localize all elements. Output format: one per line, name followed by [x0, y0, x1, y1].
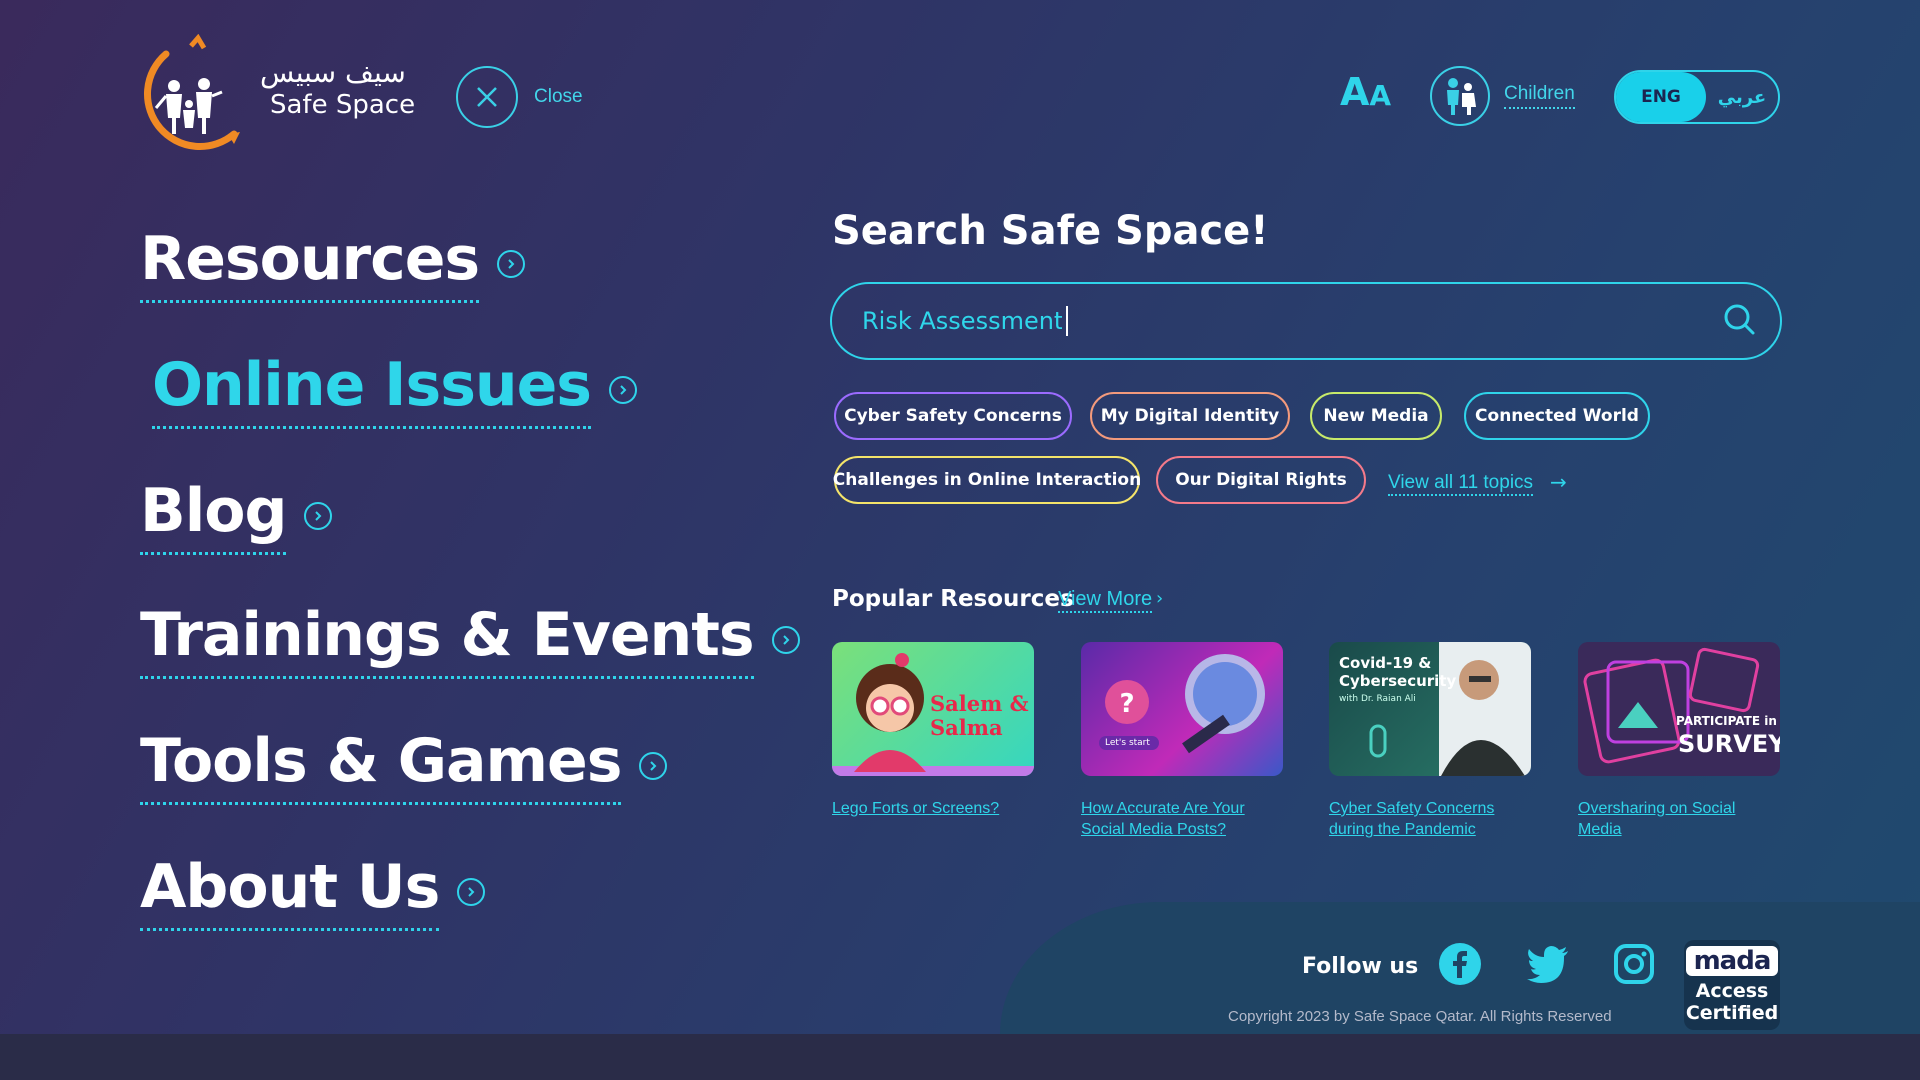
mada-text-access: Access	[1695, 980, 1769, 1002]
nav-label: Trainings & Events	[140, 600, 755, 679]
facebook-icon[interactable]	[1438, 942, 1482, 990]
nav-label: Resources	[140, 224, 480, 303]
chevron-right-icon	[457, 877, 486, 906]
children-mode-button[interactable]: Children	[1430, 66, 1575, 126]
thumb-caption: Covid-19 & Cybersecurity	[1339, 654, 1457, 690]
thumb-caption-survey: SURVEY	[1678, 730, 1780, 758]
svg-text:?: ?	[1119, 689, 1134, 719]
chevron-right-icon	[304, 501, 333, 530]
chip-label: Challenges in Online Interaction	[832, 470, 1142, 490]
font-size-big: A	[1340, 70, 1370, 114]
logo-family-icon	[144, 34, 240, 150]
close-label: Close	[534, 86, 583, 107]
nav-item-resources[interactable]: Resources	[140, 224, 526, 303]
lang-ar-option[interactable]: عربي	[1706, 87, 1778, 108]
children-label: Children	[1504, 83, 1575, 109]
safe-space-logo[interactable]: سيف سبيس Safe Space	[136, 34, 416, 164]
search-icon[interactable]	[1722, 302, 1758, 342]
topic-chip-digital-rights[interactable]: Our Digital Rights	[1156, 456, 1366, 504]
resource-title[interactable]: Oversharing on Social Media	[1578, 798, 1780, 840]
chip-label: New Media	[1323, 406, 1429, 426]
chip-label: Our Digital Rights	[1175, 470, 1347, 490]
copyright-text: Copyright 2023 by Safe Space Qatar. All …	[1228, 1008, 1612, 1025]
lang-eng-option[interactable]: ENG	[1616, 72, 1706, 122]
search-box[interactable]	[830, 282, 1782, 360]
mada-text-certified: Certified	[1685, 1002, 1779, 1024]
topic-chip-connected-world[interactable]: Connected World	[1464, 392, 1650, 440]
resource-thumbnail: ? Let's start	[1081, 642, 1283, 776]
twitter-icon[interactable]	[1526, 942, 1570, 990]
chip-label: Cyber Safety Concerns	[844, 406, 1062, 426]
resource-title[interactable]: Cyber Safety Concerns during the Pandemi…	[1329, 798, 1531, 840]
follow-us-label: Follow us	[1302, 954, 1419, 979]
chevron-right-icon: ›	[1156, 588, 1164, 609]
arrow-right-icon: →	[1550, 470, 1567, 494]
resource-card[interactable]: Salem & Salma Lego Forts or Screens?	[832, 642, 1034, 819]
resource-card[interactable]: Covid-19 & Cybersecurity with Dr. Raian …	[1329, 642, 1531, 840]
nav-label: Tools & Games	[140, 726, 622, 805]
view-all-topics-link[interactable]: View all 11 topics	[1388, 472, 1534, 496]
nav-item-online-issues[interactable]: Online Issues	[152, 350, 638, 429]
font-size-toggle[interactable]: AA	[1340, 70, 1391, 114]
view-more-link[interactable]: View More	[1058, 588, 1153, 613]
nav-label: Blog	[140, 476, 287, 555]
thumb-caption: PARTICIPATE in	[1676, 714, 1777, 728]
resource-title[interactable]: How Accurate Are Your Social Media Posts…	[1081, 798, 1283, 840]
font-size-small: A	[1369, 79, 1392, 112]
resource-thumbnail: Covid-19 & Cybersecurity with Dr. Raian …	[1329, 642, 1531, 776]
chevron-right-icon	[497, 249, 526, 278]
nav-item-tools-games[interactable]: Tools & Games	[140, 726, 668, 805]
nav-item-about-us[interactable]: About Us	[140, 852, 486, 931]
logo-english-text: Safe Space	[270, 90, 416, 120]
thumb-caption: Salem & Salma	[930, 691, 1029, 740]
chip-label: Connected World	[1475, 406, 1639, 426]
nav-label: About Us	[140, 852, 440, 931]
topic-chip-cyber-safety[interactable]: Cyber Safety Concerns	[834, 392, 1072, 440]
resource-thumbnail: PARTICIPATE in SURVEY	[1578, 642, 1780, 776]
nav-item-blog[interactable]: Blog	[140, 476, 333, 555]
close-menu-button[interactable]: Close	[456, 66, 583, 128]
chip-label: My Digital Identity	[1100, 406, 1280, 426]
children-icon	[1430, 66, 1490, 126]
chevron-right-icon	[639, 751, 668, 780]
nav-item-trainings-events[interactable]: Trainings & Events	[140, 600, 800, 679]
logo-arabic-text: سيف سبيس	[260, 56, 406, 89]
close-icon	[456, 66, 518, 128]
bottom-strip	[0, 1034, 1920, 1080]
chevron-right-icon	[771, 625, 800, 654]
thumb-caption: Let's start	[1105, 738, 1150, 748]
search-input[interactable]	[862, 307, 1062, 335]
mada-access-certified-badge[interactable]: mada Access Certified	[1684, 940, 1780, 1030]
language-toggle[interactable]: ENG عربي	[1614, 70, 1780, 124]
topic-chip-online-interaction[interactable]: Challenges in Online Interaction	[832, 456, 1142, 504]
resource-card[interactable]: ? Let's start How Accurate Are Your Soci…	[1081, 642, 1283, 840]
topic-chip-digital-identity[interactable]: My Digital Identity	[1090, 392, 1290, 440]
chevron-right-icon	[609, 375, 638, 404]
resource-card[interactable]: PARTICIPATE in SURVEY Oversharing on Soc…	[1578, 642, 1780, 840]
nav-label: Online Issues	[152, 350, 592, 429]
instagram-icon[interactable]	[1612, 942, 1656, 990]
popular-resources-title: Popular Resources	[832, 586, 1074, 612]
mada-logo: mada	[1685, 946, 1779, 976]
resource-title[interactable]: Lego Forts or Screens?	[832, 798, 1034, 819]
resource-thumbnail: Salem & Salma	[832, 642, 1034, 776]
text-caret	[1066, 306, 1068, 336]
thumb-subcaption: with Dr. Raian Ali	[1339, 694, 1416, 704]
search-title: Search Safe Space!	[832, 208, 1269, 254]
topic-chip-new-media[interactable]: New Media	[1310, 392, 1442, 440]
